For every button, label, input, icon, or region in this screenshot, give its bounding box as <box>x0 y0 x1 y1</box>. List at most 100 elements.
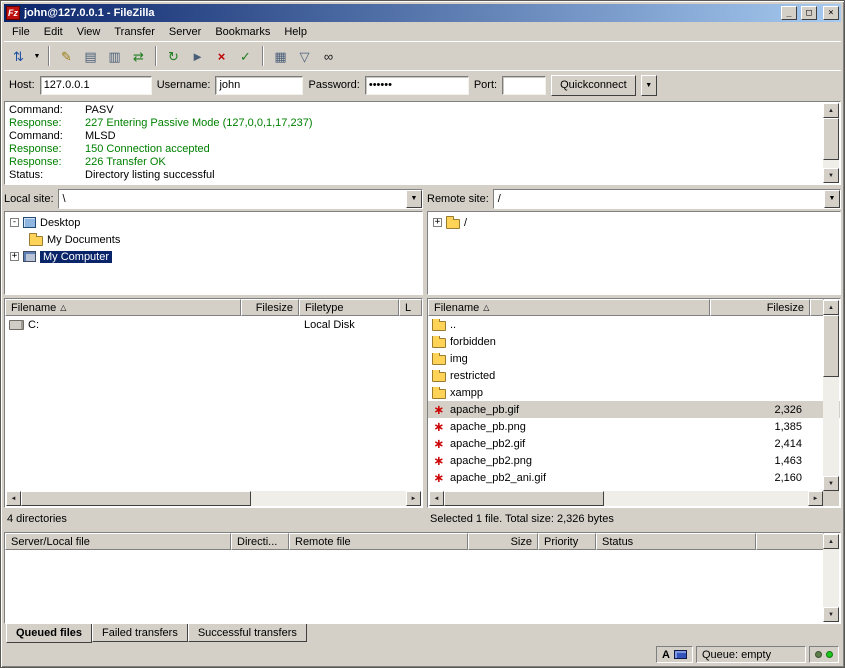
scroll-thumb[interactable] <box>21 491 251 506</box>
column-filename[interactable]: Filename△ <box>5 299 241 316</box>
expand-icon[interactable]: + <box>433 218 442 227</box>
local-site-combo[interactable]: \ ▼ <box>58 189 423 209</box>
scroll-down-icon[interactable]: ▼ <box>823 168 839 183</box>
cell-filename: restricted <box>428 370 710 382</box>
scroll-right-icon[interactable]: ► <box>808 491 823 506</box>
combo-dropdown-icon[interactable]: ▼ <box>406 190 422 208</box>
scroll-down-icon[interactable]: ▼ <box>823 607 839 622</box>
scroll-down-icon[interactable]: ▼ <box>823 476 839 491</box>
column-server-local-file[interactable]: Server/Local file <box>5 533 231 550</box>
tab-queued-files[interactable]: Queued files <box>6 624 92 643</box>
apply-icon[interactable]: ✓ <box>234 45 257 67</box>
remote-horizontal-scrollbar[interactable]: ◄ ► <box>429 491 823 506</box>
remote-file-row[interactable]: xampp <box>428 384 840 401</box>
remote-list-header: Filename△ Filesize <box>428 299 824 316</box>
tab-successful-transfers[interactable]: Successful transfers <box>188 624 307 642</box>
tree-item-desktop[interactable]: - Desktop <box>5 214 422 231</box>
quickconnect-button[interactable]: Quickconnect <box>551 75 636 96</box>
directory-comparison-icon[interactable]: ▦ <box>269 45 292 67</box>
remote-file-row-selected[interactable]: ∗apache_pb.gif 2,326 <box>428 401 840 418</box>
port-input[interactable] <box>502 76 546 95</box>
folder-icon <box>432 355 446 365</box>
column-priority[interactable]: Priority <box>538 533 596 550</box>
remote-file-row[interactable]: img <box>428 350 840 367</box>
remote-file-row[interactable]: forbidden <box>428 333 840 350</box>
refresh-icon[interactable]: ↻ <box>162 45 185 67</box>
combo-dropdown-icon[interactable]: ▼ <box>824 190 840 208</box>
remote-site-combo[interactable]: / ▼ <box>493 189 841 209</box>
tree-item-my-computer[interactable]: + My Computer <box>5 248 422 265</box>
scroll-left-icon[interactable]: ◄ <box>6 491 21 506</box>
scroll-right-icon[interactable]: ► <box>406 491 421 506</box>
toggle-log-icon[interactable]: ✎ <box>55 45 78 67</box>
remote-file-row[interactable]: .. <box>428 316 840 333</box>
menu-bookmarks[interactable]: Bookmarks <box>208 23 277 41</box>
menu-transfer[interactable]: Transfer <box>107 23 162 41</box>
quickconnect-dropdown-icon[interactable]: ▼ <box>641 75 657 96</box>
scroll-thumb[interactable] <box>823 118 839 160</box>
menu-view[interactable]: View <box>70 23 108 41</box>
tab-failed-transfers[interactable]: Failed transfers <box>92 624 188 642</box>
process-queue-icon[interactable]: ► <box>186 45 209 67</box>
remote-vertical-scrollbar[interactable]: ▲ ▼ <box>823 300 839 491</box>
menu-file[interactable]: File <box>5 23 37 41</box>
password-input[interactable] <box>365 76 469 95</box>
menu-edit[interactable]: Edit <box>37 23 70 41</box>
column-direction[interactable]: Directi... <box>231 533 289 550</box>
scroll-left-icon[interactable]: ◄ <box>429 491 444 506</box>
tree-item-my-documents[interactable]: My Documents <box>5 231 422 248</box>
scroll-track[interactable] <box>444 491 808 506</box>
remote-file-row[interactable]: restricted <box>428 367 840 384</box>
column-remote-file[interactable]: Remote file <box>289 533 468 550</box>
queue-vertical-scrollbar[interactable]: ▲ ▼ <box>823 534 839 622</box>
local-horizontal-scrollbar[interactable]: ◄ ► <box>6 491 421 506</box>
remote-file-row[interactable]: ∗apache_pb.png 1,385 <box>428 418 840 435</box>
scroll-track[interactable] <box>823 118 839 168</box>
remote-file-row[interactable]: ∗apache_pb2.gif 2,414 <box>428 435 840 452</box>
scroll-up-icon[interactable]: ▲ <box>823 534 839 549</box>
scroll-thumb[interactable] <box>823 315 839 377</box>
computer-icon <box>23 251 36 262</box>
scroll-track[interactable] <box>21 491 406 506</box>
toggle-queue-icon[interactable]: ⇄ <box>127 45 150 67</box>
column-status[interactable]: Status <box>596 533 756 550</box>
column-filesize[interactable]: Filesize <box>241 299 299 316</box>
collapse-icon[interactable]: - <box>10 218 19 227</box>
column-filetype[interactable]: Filetype <box>299 299 399 316</box>
filter-icon[interactable]: ▽ <box>293 45 316 67</box>
column-label: Filesize <box>256 302 293 314</box>
tree-item-root[interactable]: + / <box>428 214 840 231</box>
scroll-thumb[interactable] <box>444 491 604 506</box>
menu-help[interactable]: Help <box>277 23 314 41</box>
column-last-modified[interactable]: L <box>399 299 422 316</box>
scroll-track[interactable] <box>823 315 839 476</box>
remote-file-row[interactable]: ∗apache_pb2_ani.gif 2,160 <box>428 469 840 486</box>
scroll-up-icon[interactable]: ▲ <box>823 103 839 118</box>
title-bar[interactable]: Fz john@127.0.0.1 - FileZilla _ □ × <box>4 4 841 22</box>
remote-file-row[interactable]: ∗apache_pb2.png 1,463 <box>428 452 840 469</box>
column-label: Filename <box>11 302 56 314</box>
local-file-row[interactable]: C: Local Disk <box>5 316 422 333</box>
column-size[interactable]: Size <box>468 533 538 550</box>
close-button[interactable]: × <box>823 6 839 20</box>
menu-server[interactable]: Server <box>162 23 208 41</box>
scroll-track[interactable] <box>823 549 839 607</box>
maximize-button[interactable]: □ <box>801 6 817 20</box>
expand-icon[interactable]: + <box>10 252 19 261</box>
minimize-button[interactable]: _ <box>781 6 797 20</box>
site-manager-icon[interactable]: ⇅ <box>7 45 30 67</box>
log-scrollbar[interactable]: ▲ ▼ <box>823 103 839 183</box>
column-filesize[interactable]: Filesize <box>710 299 810 316</box>
cancel-icon[interactable]: × <box>210 45 233 67</box>
site-manager-dropdown-icon[interactable]: ▼ <box>31 45 43 67</box>
filename: xampp <box>450 387 483 399</box>
column-filename[interactable]: Filename△ <box>428 299 710 316</box>
toggle-local-tree-icon[interactable]: ▤ <box>79 45 102 67</box>
username-input[interactable] <box>215 76 303 95</box>
find-files-icon[interactable]: ∞ <box>317 45 340 67</box>
host-input[interactable] <box>40 76 152 95</box>
cell-filename: xampp <box>428 387 710 399</box>
toggle-remote-tree-icon[interactable]: ▥ <box>103 45 126 67</box>
scroll-up-icon[interactable]: ▲ <box>823 300 839 315</box>
log-message: Directory listing successful <box>85 169 215 182</box>
